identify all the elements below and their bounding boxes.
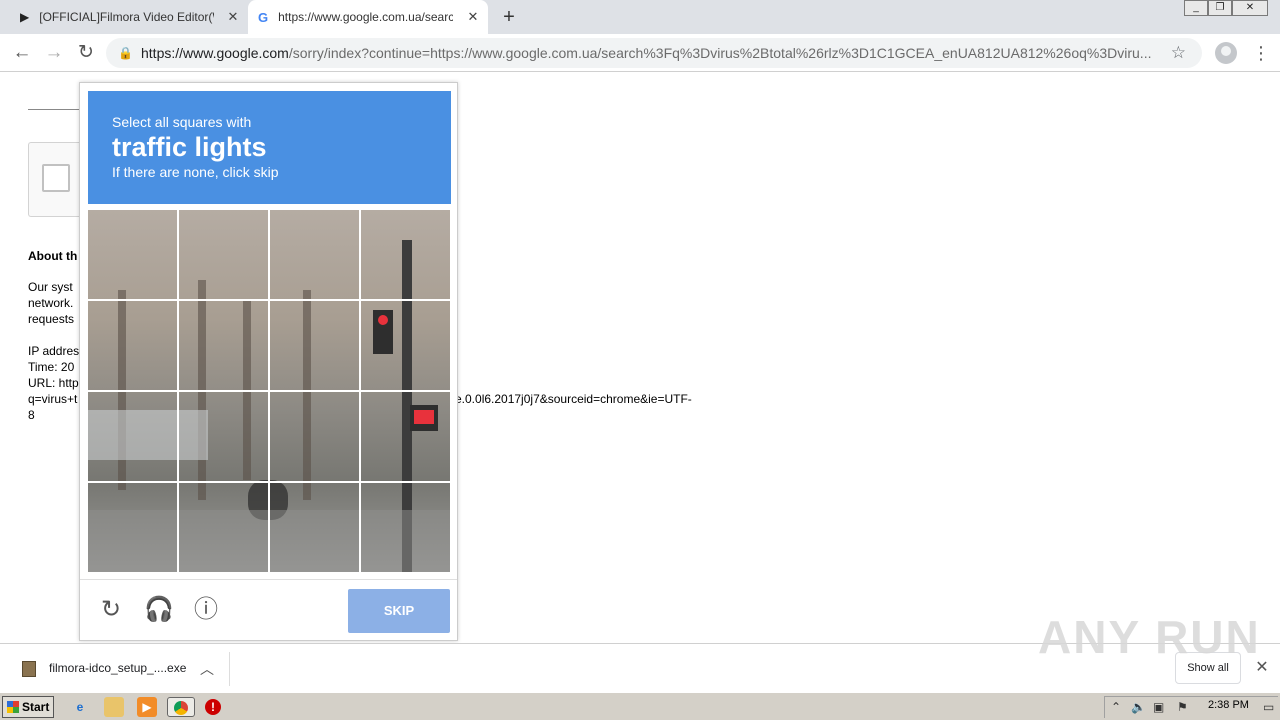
paragraph-line: requests [28, 312, 75, 326]
menu-dots-icon[interactable]: ⋮ [1252, 41, 1270, 65]
download-filename: filmora-idco_setup_....exe [49, 661, 187, 675]
image-tile[interactable] [88, 390, 179, 483]
media-player-icon[interactable]: ▶ [137, 697, 157, 717]
target-object-text: traffic lights [112, 132, 267, 162]
about-heading: About th [28, 249, 78, 263]
image-tile[interactable] [177, 390, 270, 483]
show-desktop-icon[interactable]: ▭ [1263, 700, 1274, 714]
image-tile[interactable] [359, 299, 450, 392]
recaptcha-checkbox[interactable] [42, 164, 70, 192]
clock: 2:38 PM [1208, 699, 1249, 711]
url-label: URL: http [28, 376, 79, 390]
paragraph-line: Our syst [28, 280, 73, 294]
close-window-button[interactable]: ✕ [1232, 0, 1268, 16]
restore-button[interactable]: ❐ [1208, 0, 1232, 16]
antivirus-icon[interactable]: ! [205, 699, 221, 715]
minimize-button[interactable]: _ [1184, 0, 1208, 16]
divider [28, 109, 80, 110]
skip-button[interactable]: SKIP [348, 589, 450, 633]
lock-icon: 🔒 [118, 46, 133, 60]
anyrun-watermark: ANY RUN [1038, 611, 1261, 663]
new-tab-button[interactable]: + [498, 7, 520, 29]
address-bar[interactable]: 🔒 https://www.google.com/sorry/index?con… [106, 38, 1202, 68]
query-wrap: 8 [28, 408, 35, 422]
challenge-header: Select all squares with traffic lights I… [88, 91, 451, 204]
google-icon: G [258, 9, 269, 25]
download-item[interactable]: filmora-idco_setup_....exe ︿ [14, 652, 230, 686]
tab-close-icon[interactable]: ✕ [226, 10, 240, 24]
info-icon[interactable]: ⓘ [192, 596, 220, 624]
flag-icon[interactable]: ⚑ [1177, 700, 1188, 714]
time-label: Time: 20 [28, 360, 75, 374]
installer-file-icon [22, 661, 36, 677]
paragraph-line: network. [28, 296, 74, 310]
folder-icon[interactable] [104, 697, 124, 717]
tab-google-search[interactable]: G https://www.google.com.ua/search?q=vir… [248, 0, 488, 34]
image-tile[interactable] [268, 299, 361, 392]
chrome-taskbar-button[interactable] [167, 697, 195, 717]
recaptcha-challenge: Select all squares with traffic lights I… [79, 82, 458, 641]
bookmark-star-icon[interactable]: ☆ [1171, 38, 1186, 68]
image-tile[interactable] [268, 210, 361, 301]
ip-label: IP addres [28, 344, 80, 358]
image-tile[interactable] [177, 481, 270, 572]
chrome-icon [174, 701, 188, 715]
tab-close-icon[interactable]: ✕ [466, 10, 480, 24]
query-start: q=virus+t [28, 392, 78, 406]
image-tile[interactable] [177, 299, 270, 392]
image-tile[interactable] [268, 390, 361, 483]
reload-button[interactable]: ↻ [74, 41, 98, 65]
tray-expand-icon[interactable]: ⌃ [1111, 700, 1121, 714]
volume-icon[interactable]: 🔈 [1131, 700, 1146, 714]
image-tile[interactable] [359, 210, 450, 301]
image-tile[interactable] [177, 210, 270, 301]
network-icon[interactable]: ▣ [1153, 700, 1164, 714]
image-grid [88, 210, 450, 572]
forward-button[interactable]: → [42, 41, 66, 65]
image-tile[interactable] [359, 481, 450, 572]
start-button[interactable]: Start [2, 696, 54, 718]
image-tile[interactable] [88, 481, 179, 572]
internet-explorer-icon[interactable]: e [70, 697, 90, 717]
tab-title: https://www.google.com.ua/search?q=virus [278, 10, 454, 24]
system-tray: ⌃ 🔈 ▣ ⚑ ▭ [1104, 696, 1278, 718]
challenge-footer: ↻ 🎧 ⓘ SKIP [80, 579, 457, 640]
hint-text: If there are none, click skip [112, 164, 279, 180]
tab-filmora[interactable]: ▶ [OFFICIAL]Filmora Video Editor(Windows… [10, 0, 248, 34]
filmora-icon: ▶ [20, 10, 30, 24]
image-tile[interactable] [88, 299, 179, 392]
image-tile[interactable] [268, 481, 361, 572]
tab-title: [OFFICIAL]Filmora Video Editor(Windows) [39, 10, 214, 24]
windows-taskbar: Start e ▶ ! ⌃ 🔈 ▣ ⚑ ▭ 2:38 PM [0, 692, 1280, 720]
back-button[interactable]: ← [10, 41, 34, 65]
instruction-text: Select all squares with [112, 114, 252, 130]
image-tile[interactable] [359, 390, 450, 483]
url-text: https://www.google.com/sorry/index?conti… [141, 45, 1152, 61]
profile-avatar-icon[interactable] [1215, 42, 1237, 64]
image-tile[interactable] [88, 210, 179, 301]
reload-icon[interactable]: ↻ [97, 596, 125, 624]
audio-icon[interactable]: 🎧 [144, 596, 174, 624]
chevron-up-icon[interactable]: ︿ [200, 659, 214, 679]
tab-strip: ▶ [OFFICIAL]Filmora Video Editor(Windows… [0, 0, 1280, 34]
query-end: e.0.0l6.2017j0j7&sourceid=chrome&ie=UTF- [455, 392, 692, 406]
browser-toolbar: ← → ↻ 🔒 https://www.google.com/sorry/ind… [0, 34, 1280, 72]
